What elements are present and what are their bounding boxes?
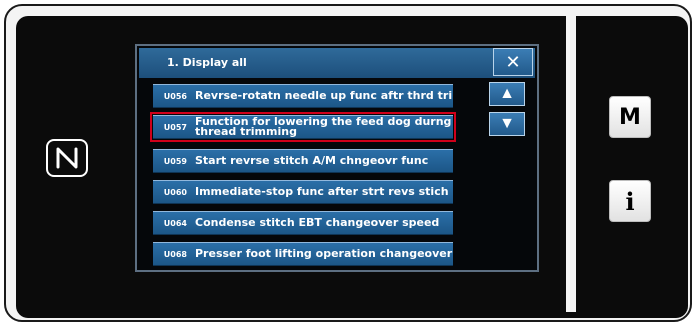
list-item[interactable]: U060 Immediate-stop func after strt revs… bbox=[153, 180, 453, 204]
item-label: Function for lowering the feed dog durng… bbox=[195, 117, 452, 137]
info-icon: i bbox=[625, 186, 635, 216]
item-code: U059 bbox=[163, 156, 187, 166]
mode-button[interactable]: M bbox=[609, 96, 651, 138]
item-label: Immediate-stop func after strt revs stic… bbox=[195, 187, 449, 197]
item-label: Condense stitch EBT changeover speed bbox=[195, 218, 440, 228]
list-item[interactable]: U059 Start revrse stitch A/M chngeovr fu… bbox=[153, 149, 453, 173]
item-code: U060 bbox=[163, 187, 187, 197]
lcd-screen: 1. Display all ✕ U056 Revrse-rotatn need… bbox=[135, 44, 539, 272]
item-code: U056 bbox=[163, 91, 187, 101]
close-icon: ✕ bbox=[505, 52, 521, 72]
list-item[interactable]: U064 Condense stitch EBT changeover spee… bbox=[153, 211, 453, 235]
arrow-up-icon: ▲ bbox=[499, 85, 515, 102]
screen-title: 1. Display all bbox=[167, 56, 247, 69]
item-label: Revrse-rotatn needle up func aftr thrd t… bbox=[195, 91, 453, 101]
bezel-divider bbox=[566, 10, 576, 312]
list-item-selected[interactable]: U057 Function for lowering the feed dog … bbox=[150, 112, 456, 142]
info-button[interactable]: i bbox=[609, 180, 651, 222]
list-item[interactable]: U056 Revrse-rotatn needle up func aftr t… bbox=[153, 84, 453, 108]
list-item[interactable]: U068 Presser foot lifting operation chan… bbox=[153, 242, 453, 266]
item-code: U057 bbox=[163, 122, 187, 132]
mode-label: M bbox=[619, 104, 641, 130]
scroll-up-button[interactable]: ▲ bbox=[489, 82, 525, 106]
item-code: U068 bbox=[163, 249, 187, 259]
close-button[interactable]: ✕ bbox=[493, 48, 533, 76]
arrow-down-icon: ▼ bbox=[499, 115, 515, 132]
item-code: U064 bbox=[163, 218, 187, 228]
scroll-down-button[interactable]: ▼ bbox=[489, 112, 525, 136]
screen-title-bar: 1. Display all bbox=[139, 48, 535, 78]
item-label: Presser foot lifting operation changeove… bbox=[195, 249, 453, 259]
nfc-icon bbox=[46, 139, 88, 177]
item-label: Start revrse stitch A/M chngeovr func bbox=[195, 156, 429, 166]
